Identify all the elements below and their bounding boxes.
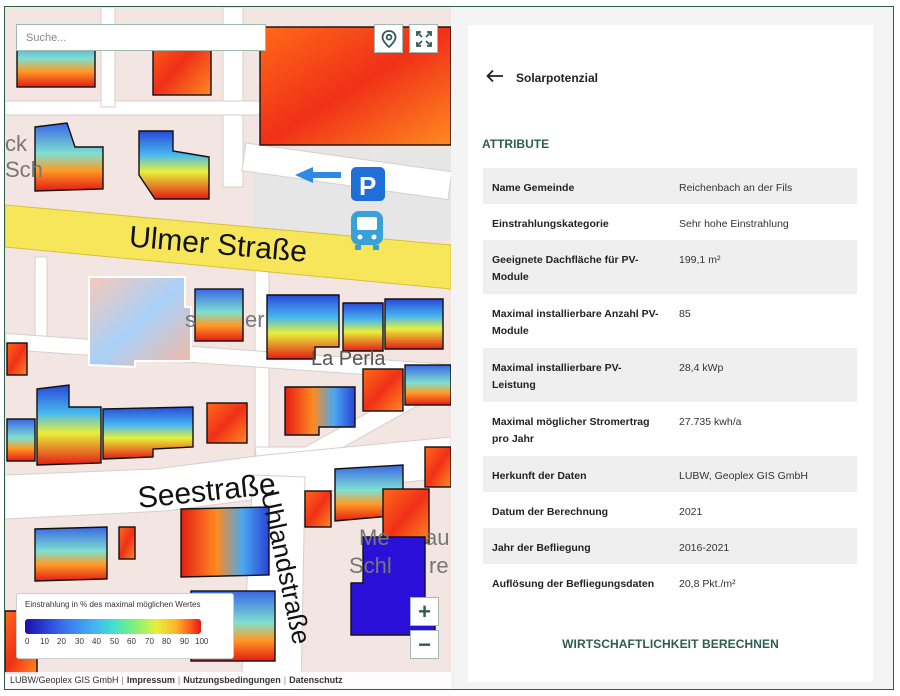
attribute-value: 199,1 m² <box>679 254 721 266</box>
back-button[interactable] <box>486 67 504 88</box>
attribute-value: 20,8 Pkt./m² <box>679 578 736 590</box>
map-view[interactable]: Ulmer Straße Seestraße Uhlandstraße La P… <box>5 7 451 690</box>
attribute-key: Maximal installierbare PV-Leistung <box>492 362 622 391</box>
attribute-row: Maximal installierbare Anzahl PV-Module 8… <box>483 294 857 348</box>
imprint-link[interactable]: Impressum <box>127 675 175 685</box>
legend-tick: 50 <box>110 637 119 646</box>
attribute-row: Einstrahlungskategorie Sehr hohe Einstrah… <box>483 204 857 240</box>
fullscreen-icon <box>415 30 432 47</box>
legend-tick: 10 <box>40 637 49 646</box>
label-fragment-ck: ck <box>5 131 28 156</box>
attribute-row: Maximal möglicher Stromertrag pro Jahr 27… <box>483 402 857 456</box>
svg-text:P: P <box>359 171 376 201</box>
attribute-key: Name Gemeinde <box>492 182 575 194</box>
locate-button[interactable] <box>374 24 403 53</box>
legend-title: Einstrahlung in % des maximal möglichen … <box>25 600 201 609</box>
label-fragment-schl: Schl <box>349 553 392 578</box>
attribute-row: Maximal installierbare PV-Leistung 28,4 k… <box>483 348 857 402</box>
back-arrow-icon <box>486 69 503 83</box>
legend-tick: 80 <box>162 637 171 646</box>
zoom-in-button[interactable]: + <box>410 597 439 626</box>
legend-tick: 20 <box>57 637 66 646</box>
legend-tick: 40 <box>92 637 101 646</box>
legend-tick: 90 <box>180 637 189 646</box>
attribute-value: Reichenbach an der Fils <box>679 182 793 194</box>
legend-color-scale <box>25 619 201 634</box>
panel-header: Solarpotenzial <box>486 67 598 88</box>
info-panel: Solarpotenzial ATTRIBUTE Name Gemeinde Re… <box>468 25 873 682</box>
label-fragment-me: Me <box>359 525 390 550</box>
calculate-economics-button[interactable]: WIRTSCHAFTLICHKEIT BERECHNEN <box>468 637 873 651</box>
legend-tick: 70 <box>145 637 154 646</box>
map-attribution-footer: LUBW/Geoplex GIS GmbH | Impressum | Nutzungs… <box>5 672 451 689</box>
section-heading-attributes: ATTRIBUTE <box>482 137 550 151</box>
attribute-key: Jahr der Befliegung <box>492 542 591 554</box>
irradiation-legend: Einstrahlung in % des maximal möglichen … <box>16 593 234 659</box>
attribute-key: Datum der Berechnung <box>492 506 609 518</box>
label-fragment-s: s <box>185 307 196 332</box>
location-pin-icon <box>381 29 396 48</box>
attribute-value: Sehr hohe Einstrahlung <box>679 218 789 230</box>
terms-link[interactable]: Nutzungsbedingungen <box>183 675 280 685</box>
label-fragment-au: au <box>425 525 449 550</box>
attribute-value: 27.735 kwh/a <box>679 416 742 428</box>
search-input[interactable]: Suche... <box>16 24 266 51</box>
legend-tick: 100 <box>195 637 209 646</box>
panel-title: Solarpotenzial <box>516 70 599 85</box>
attribute-table: Name Gemeinde Reichenbach an der Fils Ein… <box>483 168 857 618</box>
info-panel-container: Solarpotenzial ATTRIBUTE Name Gemeinde Re… <box>451 7 893 689</box>
attribute-value: 2021 <box>679 506 703 518</box>
fullscreen-button[interactable] <box>409 24 438 53</box>
legend-tick: 30 <box>75 637 84 646</box>
attribute-key: Einstrahlungskategorie <box>492 218 609 230</box>
label-fragment-sch: Sch <box>5 157 43 182</box>
attribute-row: Herkunft der Daten LUBW, Geoplex GIS GmbH <box>483 456 857 492</box>
legend-ticks: 0 10 20 30 40 50 60 70 80 90 100 <box>25 637 211 649</box>
attribute-row: Geeignete Dachfläche für PV-Module 199,1 … <box>483 240 857 294</box>
attribute-key: Auflösung der Befliegungsdaten <box>492 578 655 590</box>
privacy-link[interactable]: Datenschutz <box>289 675 343 685</box>
attribute-key: Maximal möglicher Stromertrag pro Jahr <box>492 416 650 445</box>
attribute-value: 85 <box>679 308 691 320</box>
attribute-row: Name Gemeinde Reichenbach an der Fils <box>483 168 857 204</box>
map-canvas[interactable]: Ulmer Straße Seestraße Uhlandstraße La P… <box>5 7 451 690</box>
attribute-row: Datum der Berechnung 2021 <box>483 492 857 528</box>
zoom-out-button[interactable]: − <box>410 630 439 659</box>
attribute-value: 2016-2021 <box>679 542 730 554</box>
attribute-value: 28,4 kWp <box>679 362 724 374</box>
legend-tick: 0 <box>25 637 30 646</box>
label-fragment-er: er <box>245 307 265 332</box>
attribute-value: LUBW, Geoplex GIS GmbH <box>679 470 808 482</box>
app-frame: Ulmer Straße Seestraße Uhlandstraße La P… <box>4 6 894 690</box>
attribute-key: Herkunft der Daten <box>492 470 587 482</box>
bus-stop-icon <box>351 211 383 250</box>
label-fragment-re: re <box>429 553 449 578</box>
attribute-row: Auflösung der Befliegungsdaten 20,8 Pkt./… <box>483 564 857 618</box>
attribute-row: Jahr der Befliegung 2016-2021 <box>483 528 857 564</box>
legend-tick: 60 <box>127 637 136 646</box>
attribution-source: LUBW/Geoplex GIS GmbH <box>10 675 119 685</box>
attribute-key: Maximal installierbare Anzahl PV-Module <box>492 308 659 337</box>
poi-label-la-perla: La Perla <box>311 348 386 370</box>
attribute-key: Geeignete Dachfläche für PV-Module <box>492 254 639 283</box>
